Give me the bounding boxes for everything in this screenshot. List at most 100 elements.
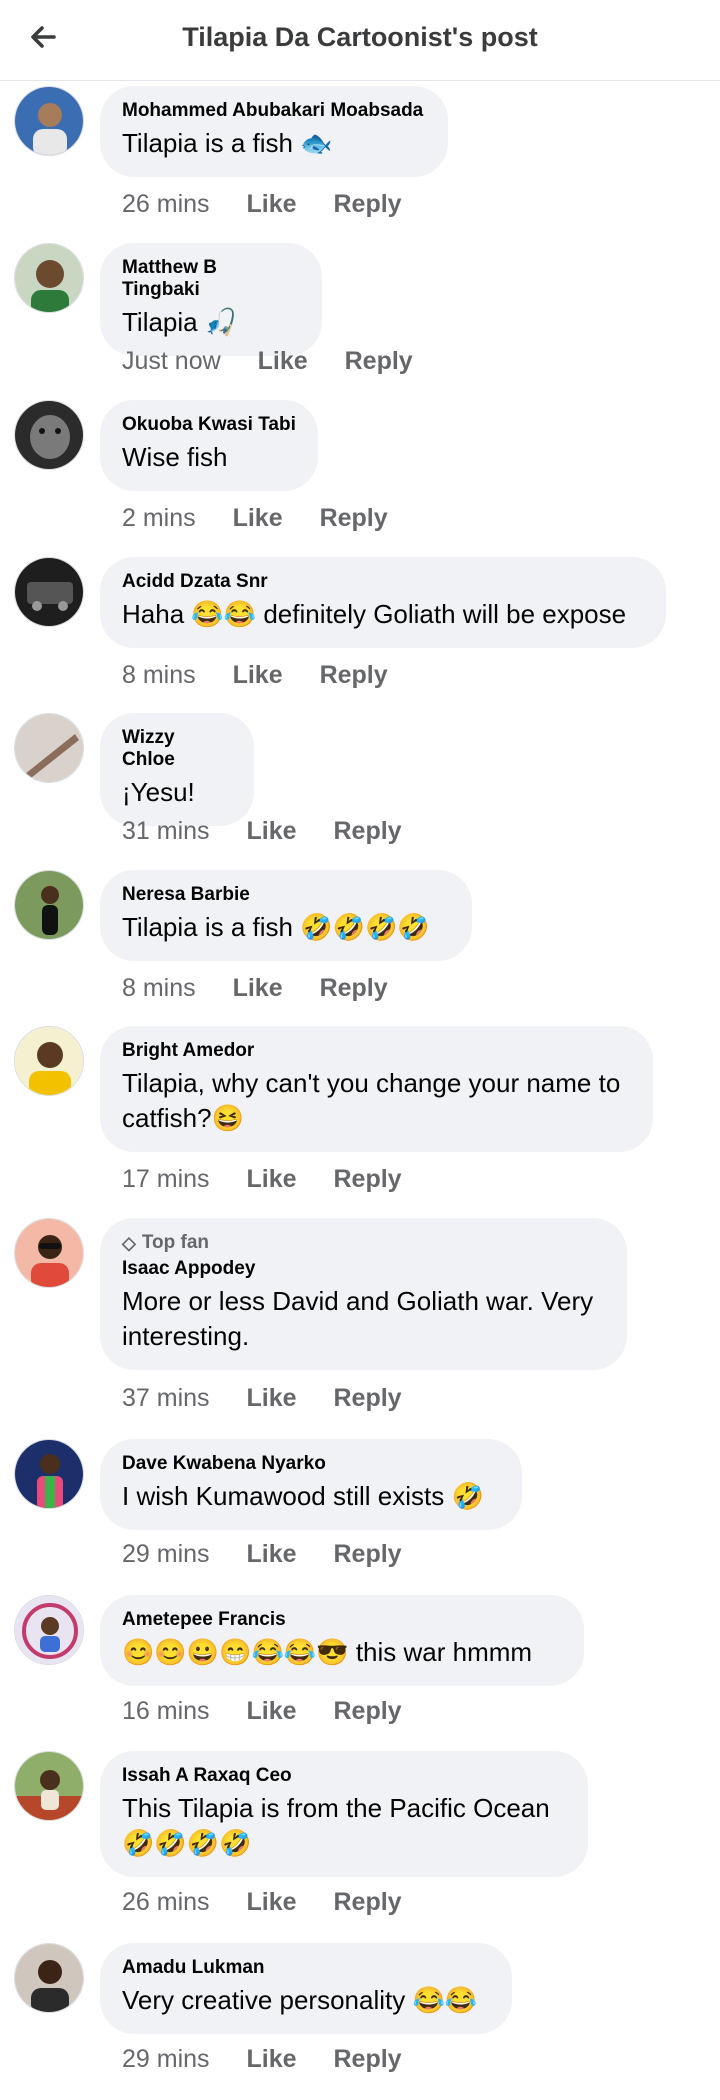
comment-text: Haha 😂😂 definitely Goliath will be expos… (122, 599, 627, 629)
comment-bubble: ◇ Top fan Isaac Appodey More or less Dav… (100, 1218, 627, 1370)
like-button[interactable]: Like (247, 817, 297, 845)
comment-meta: 31 mins Like Reply (122, 817, 432, 846)
comment-time: 31 mins (122, 817, 210, 845)
comment-bubble: Issah A Raxaq Ceo This Tilapia is from t… (100, 1751, 588, 1877)
comment-bubble: Wizzy Chloe ¡Yesu! (100, 713, 254, 826)
reply-button[interactable]: Reply (333, 817, 401, 845)
comment-author[interactable]: Wizzy Chloe (122, 727, 232, 771)
comment-time: 26 mins (122, 1888, 210, 1916)
comment-text: More or less David and Goliath war. Very… (122, 1286, 594, 1351)
comment-text: Tilapia, why can't you change your name … (122, 1068, 621, 1133)
avatar[interactable] (14, 1595, 84, 1665)
comment-meta: 8 mins Like Reply (122, 661, 418, 690)
comment-time: 17 mins (122, 1165, 210, 1193)
comment-bubble: Mohammed Abubakari Moabsada Tilapia is a… (100, 86, 448, 177)
like-button[interactable]: Like (247, 1697, 297, 1725)
comment-text: Tilapia is a fish 🤣🤣🤣🤣 (122, 912, 430, 942)
avatar[interactable] (14, 557, 84, 627)
reply-button[interactable]: Reply (333, 1384, 401, 1412)
comment-author[interactable]: Acidd Dzata Snr (122, 571, 644, 593)
comment-bubble: Acidd Dzata Snr Haha 😂😂 definitely Golia… (100, 557, 666, 648)
comment-meta: 8 mins Like Reply (122, 974, 418, 1003)
comment-text: Wise fish (122, 442, 228, 472)
avatar[interactable] (14, 870, 84, 940)
comment-text: Tilapia is a fish 🐟 (122, 128, 333, 158)
comment-author[interactable]: Isaac Appodey (122, 1258, 605, 1280)
comment-time: 8 mins (122, 661, 196, 689)
comment-author[interactable]: Ametepee Francis (122, 1609, 562, 1631)
reply-button[interactable]: Reply (333, 190, 401, 218)
reply-button[interactable]: Reply (345, 347, 413, 375)
comment-time: 29 mins (122, 1540, 210, 1568)
reply-button[interactable]: Reply (333, 1888, 401, 1916)
comment-time: 16 mins (122, 1697, 210, 1725)
comment-author[interactable]: Neresa Barbie (122, 884, 450, 906)
avatar[interactable] (14, 1943, 84, 2013)
comment-text: I wish Kumawood still exists 🤣 (122, 1481, 484, 1511)
comment-author[interactable]: Okuoba Kwasi Tabi (122, 414, 296, 436)
comment-bubble: Dave Kwabena Nyarko I wish Kumawood stil… (100, 1439, 522, 1530)
reply-button[interactable]: Reply (320, 661, 388, 689)
comment-text: ¡Yesu! (122, 777, 195, 807)
comment-author[interactable]: Mohammed Abubakari Moabsada (122, 100, 426, 122)
comment-meta: 29 mins Like Reply (122, 2045, 432, 2074)
avatar[interactable] (14, 1218, 84, 1288)
comment-text: Tilapia 🎣 (122, 307, 238, 337)
comment-time: 26 mins (122, 190, 210, 218)
comment-time: 37 mins (122, 1384, 210, 1412)
reply-button[interactable]: Reply (333, 1165, 401, 1193)
like-button[interactable]: Like (247, 1888, 297, 1916)
page-title: Tilapia Da Cartoonist's post (182, 22, 538, 52)
avatar[interactable] (14, 1026, 84, 1096)
like-button[interactable]: Like (233, 504, 283, 532)
avatar[interactable] (14, 713, 84, 783)
like-button[interactable]: Like (247, 1165, 297, 1193)
reply-button[interactable]: Reply (333, 1540, 401, 1568)
comment-text: Very creative personality 😂😂 (122, 1985, 478, 2015)
avatar[interactable] (14, 400, 84, 470)
comment-time: 2 mins (122, 504, 196, 532)
top-fan-badge: ◇ Top fan (122, 1232, 605, 1254)
comment-author[interactable]: Amadu Lukman (122, 1957, 490, 1979)
like-button[interactable]: Like (247, 1540, 297, 1568)
comment-time: 8 mins (122, 974, 196, 1002)
comment-meta: 26 mins Like Reply (122, 190, 432, 219)
like-button[interactable]: Like (233, 661, 283, 689)
like-button[interactable]: Like (247, 1384, 297, 1412)
like-button[interactable]: Like (247, 190, 297, 218)
comment-meta: Just now Like Reply (122, 347, 443, 376)
post-header: Tilapia Da Cartoonist's post (0, 0, 720, 81)
avatar[interactable] (14, 243, 84, 313)
avatar[interactable] (14, 1439, 84, 1509)
comment-text: 😊😊😀😁😂😂😎 this war hmmm (122, 1637, 533, 1667)
top-fan-label: Top fan (141, 1232, 210, 1253)
comment-author[interactable]: Bright Amedor (122, 1040, 631, 1062)
diamond-icon: ◇ (122, 1232, 136, 1253)
comment-meta: 17 mins Like Reply (122, 1165, 432, 1194)
comment-bubble: Amadu Lukman Very creative personality 😂… (100, 1943, 512, 2034)
comment-meta: 37 mins Like Reply (122, 1384, 432, 1413)
comment-bubble: Bright Amedor Tilapia, why can't you cha… (100, 1026, 653, 1152)
like-button[interactable]: Like (247, 2045, 297, 2073)
avatar[interactable] (14, 86, 84, 156)
comment-meta: 2 mins Like Reply (122, 504, 418, 533)
comment-meta: 29 mins Like Reply (122, 1540, 432, 1569)
reply-button[interactable]: Reply (333, 1697, 401, 1725)
comment-author[interactable]: Dave Kwabena Nyarko (122, 1453, 500, 1475)
comment-bubble: Matthew B Tingbaki Tilapia 🎣 (100, 243, 322, 356)
reply-button[interactable]: Reply (333, 2045, 401, 2073)
avatar[interactable] (14, 1751, 84, 1821)
comment-meta: 26 mins Like Reply (122, 1888, 432, 1917)
comment-author[interactable]: Matthew B Tingbaki (122, 257, 300, 301)
comment-time: 29 mins (122, 2045, 210, 2073)
reply-button[interactable]: Reply (320, 504, 388, 532)
like-button[interactable]: Like (258, 347, 308, 375)
comment-time: Just now (122, 347, 221, 375)
reply-button[interactable]: Reply (320, 974, 388, 1002)
like-button[interactable]: Like (233, 974, 283, 1002)
comment-bubble: Neresa Barbie Tilapia is a fish 🤣🤣🤣🤣 (100, 870, 472, 961)
comment-author[interactable]: Issah A Raxaq Ceo (122, 1765, 566, 1787)
comment-text: This Tilapia is from the Pacific Ocean 🤣… (122, 1793, 550, 1858)
comment-bubble: Okuoba Kwasi Tabi Wise fish (100, 400, 318, 491)
comment-bubble: Ametepee Francis 😊😊😀😁😂😂😎 this war hmmm (100, 1595, 584, 1686)
